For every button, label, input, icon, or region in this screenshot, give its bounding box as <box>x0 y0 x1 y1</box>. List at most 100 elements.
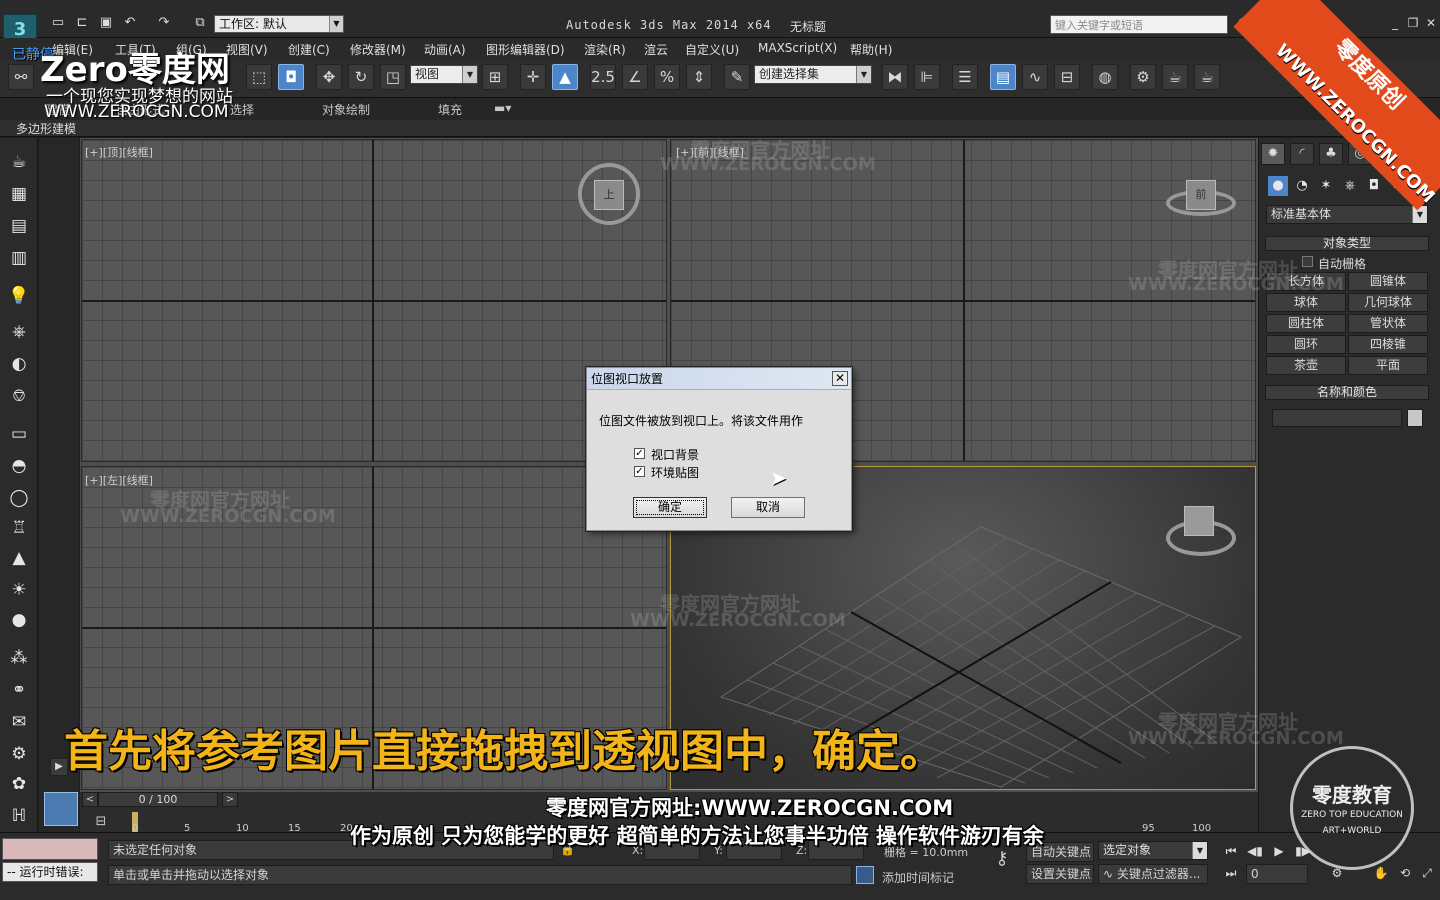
close-icon[interactable]: ✕ <box>1422 16 1440 32</box>
geometry-icon[interactable]: ● <box>1268 176 1288 196</box>
maximize-viewport-icon[interactable]: ⤢ <box>1416 864 1438 882</box>
menu-graph-editors[interactable]: 图形编辑器(D) <box>486 41 565 58</box>
ribbon-polygon-modeling[interactable]: 多边形建模 <box>16 120 76 137</box>
time-slider[interactable]: 0 / 100 <box>98 792 218 807</box>
align-icon[interactable]: ⊫ <box>914 64 940 90</box>
angle-snap-icon[interactable]: ∠ <box>622 64 648 90</box>
modify-tab-icon[interactable]: ◜ <box>1290 143 1314 165</box>
table-icon[interactable]: ▥ <box>6 246 32 270</box>
rollout-name-color[interactable]: 名称和颜色 <box>1265 385 1429 400</box>
tube-button[interactable]: 管状体 <box>1348 314 1428 333</box>
mirror-icon[interactable]: ⧓ <box>882 64 908 90</box>
new-file-icon[interactable]: ▭ <box>50 16 66 30</box>
ribbon-tab-object-paint[interactable]: 对象绘制 <box>322 101 370 118</box>
cameras-icon[interactable]: ⎈ <box>1340 176 1360 196</box>
minimize-icon[interactable]: _ <box>1386 16 1404 32</box>
project-folder-icon[interactable]: ⧉ <box>192 16 208 30</box>
environment-map-checkbox[interactable]: ✓ <box>634 466 645 477</box>
box-button[interactable]: 长方体 <box>1266 272 1346 291</box>
spinner-snap-icon[interactable]: ⇕ <box>686 64 712 90</box>
maxscript-listener[interactable] <box>2 838 98 860</box>
orbit-icon[interactable]: ⟲ <box>1394 864 1416 882</box>
helper-icon[interactable]: ◐ <box>6 352 32 376</box>
pyramid-button[interactable]: 四棱锥 <box>1348 335 1428 354</box>
molecule-icon[interactable]: ⚭ <box>6 678 32 702</box>
hair-fur-icon[interactable]: ℍ <box>6 804 32 828</box>
open-file-icon[interactable]: ⊏ <box>74 16 90 30</box>
ribbon-tab-populate[interactable]: 填充 <box>438 101 462 118</box>
play-icon[interactable]: ▶ <box>1268 842 1290 860</box>
shapes-icon[interactable]: ◔ <box>1292 176 1312 196</box>
render-setup-icon[interactable]: ⚙ <box>1130 64 1156 90</box>
plant-icon[interactable]: ✿ <box>6 772 32 796</box>
viewcube-front[interactable]: 前 <box>1186 180 1216 210</box>
scene-explorer-icon[interactable]: ▤ <box>990 64 1016 90</box>
camera-icon[interactable]: ⎈ <box>6 320 32 344</box>
prev-frame-icon[interactable]: ◀▮ <box>1244 842 1266 860</box>
menu-rendering[interactable]: 渲染(R) <box>584 41 626 58</box>
image-icon[interactable]: ▦ <box>6 182 32 206</box>
teapot-icon[interactable]: ☕ <box>6 150 32 174</box>
menu-maxscript[interactable]: MAXScript(X) <box>758 41 837 55</box>
box-icon[interactable]: ▭ <box>6 422 32 446</box>
menu-cloud-render[interactable]: 渲云 <box>644 41 668 58</box>
list-icon[interactable]: ▤ <box>6 214 32 238</box>
globe-icon[interactable]: ● <box>6 608 32 632</box>
search-input[interactable]: 键入关键字或短语 <box>1050 15 1228 34</box>
particles-icon[interactable]: ⁂ <box>6 646 32 670</box>
current-frame-field[interactable]: 0 <box>1246 864 1308 884</box>
redo-icon[interactable]: ↷ <box>156 16 172 30</box>
basket-icon[interactable]: ♖ <box>6 516 32 540</box>
menu-animation[interactable]: 动画(A) <box>424 41 466 58</box>
reel-camera-icon[interactable]: ⎊ <box>6 384 32 408</box>
viewport-background-checkbox[interactable]: ✓ <box>634 448 645 459</box>
sun-icon[interactable]: ☀ <box>6 578 32 602</box>
key-filters-button[interactable]: ∿ 关键点过滤器... <box>1098 864 1208 884</box>
create-tab-icon[interactable]: ✹ <box>1261 143 1285 165</box>
menu-view[interactable]: 视图(V) <box>226 41 268 58</box>
viewport-front-label[interactable]: [+][前][线框] <box>676 144 744 160</box>
cancel-button[interactable]: 取消 <box>731 497 805 518</box>
key-mode-icon[interactable]: ⚷ <box>982 848 1022 876</box>
ok-button[interactable]: 确定 <box>633 497 707 518</box>
add-time-tag[interactable]: 添加时间标记 <box>882 869 954 886</box>
teapot-button[interactable]: 茶壶 <box>1266 356 1346 375</box>
goto-start-icon[interactable]: ⏮ <box>1220 842 1242 860</box>
viewcube-persp[interactable] <box>1184 506 1214 536</box>
time-slider-prev-icon[interactable]: < <box>82 792 98 807</box>
rollout-object-type[interactable]: 对象类型 <box>1265 236 1429 251</box>
reference-coord-combo[interactable]: 视图 ▼ <box>410 65 478 84</box>
envelope-icon[interactable]: ✉ <box>6 710 32 734</box>
hemisphere-icon[interactable]: ◓ <box>6 454 32 478</box>
move-icon[interactable]: ✥ <box>316 64 342 90</box>
viewport-top-label[interactable]: [+][顶][线框] <box>85 144 153 160</box>
keyboard-shortcut-icon[interactable]: ▲ <box>552 64 578 90</box>
track-bar-icon[interactable]: ⊟ <box>92 814 110 832</box>
viewport-layout-icon[interactable] <box>44 792 78 826</box>
workspace-selector[interactable]: 工作区: 默认 ▼ <box>214 15 344 33</box>
runtime-error-field[interactable]: -- 运行时错误: <box>2 862 98 882</box>
percent-snap-icon[interactable]: % <box>654 64 680 90</box>
pan-icon[interactable]: ✋ <box>1370 864 1392 882</box>
key-target-combo[interactable]: 选定对象 ▼ <box>1098 841 1208 860</box>
menu-create[interactable]: 创建(C) <box>288 41 330 58</box>
snaps-toggle-icon[interactable]: 2.5 <box>590 64 616 90</box>
gear-icon[interactable]: ⚙ <box>6 742 32 766</box>
time-tag-icon[interactable] <box>856 866 874 884</box>
key-mode-toggle-icon[interactable]: ⏭ <box>1220 864 1242 882</box>
scale-icon[interactable]: ◳ <box>380 64 406 90</box>
category-combo[interactable]: 标准基本体 ▼ <box>1266 205 1428 224</box>
plane-button[interactable]: 平面 <box>1348 356 1428 375</box>
torus-button[interactable]: 圆环 <box>1266 335 1346 354</box>
sphere-button[interactable]: 球体 <box>1266 293 1346 312</box>
hierarchy-tab-icon[interactable]: ♣ <box>1319 143 1343 165</box>
cone-button[interactable]: 圆锥体 <box>1348 272 1428 291</box>
geosphere-button[interactable]: 几何球体 <box>1348 293 1428 312</box>
ribbon-options-icon[interactable]: ▬▾ <box>494 101 511 115</box>
autogrid-checkbox[interactable] <box>1302 256 1313 267</box>
viewport-left-label[interactable]: [+][左][线框] <box>85 472 153 488</box>
material-editor-icon[interactable]: ◍ <box>1092 64 1118 90</box>
render-production-icon[interactable]: ☕ <box>1194 64 1220 90</box>
select-manipulate-icon[interactable]: ✛ <box>520 64 546 90</box>
viewcube-top[interactable]: 上 <box>594 180 624 210</box>
